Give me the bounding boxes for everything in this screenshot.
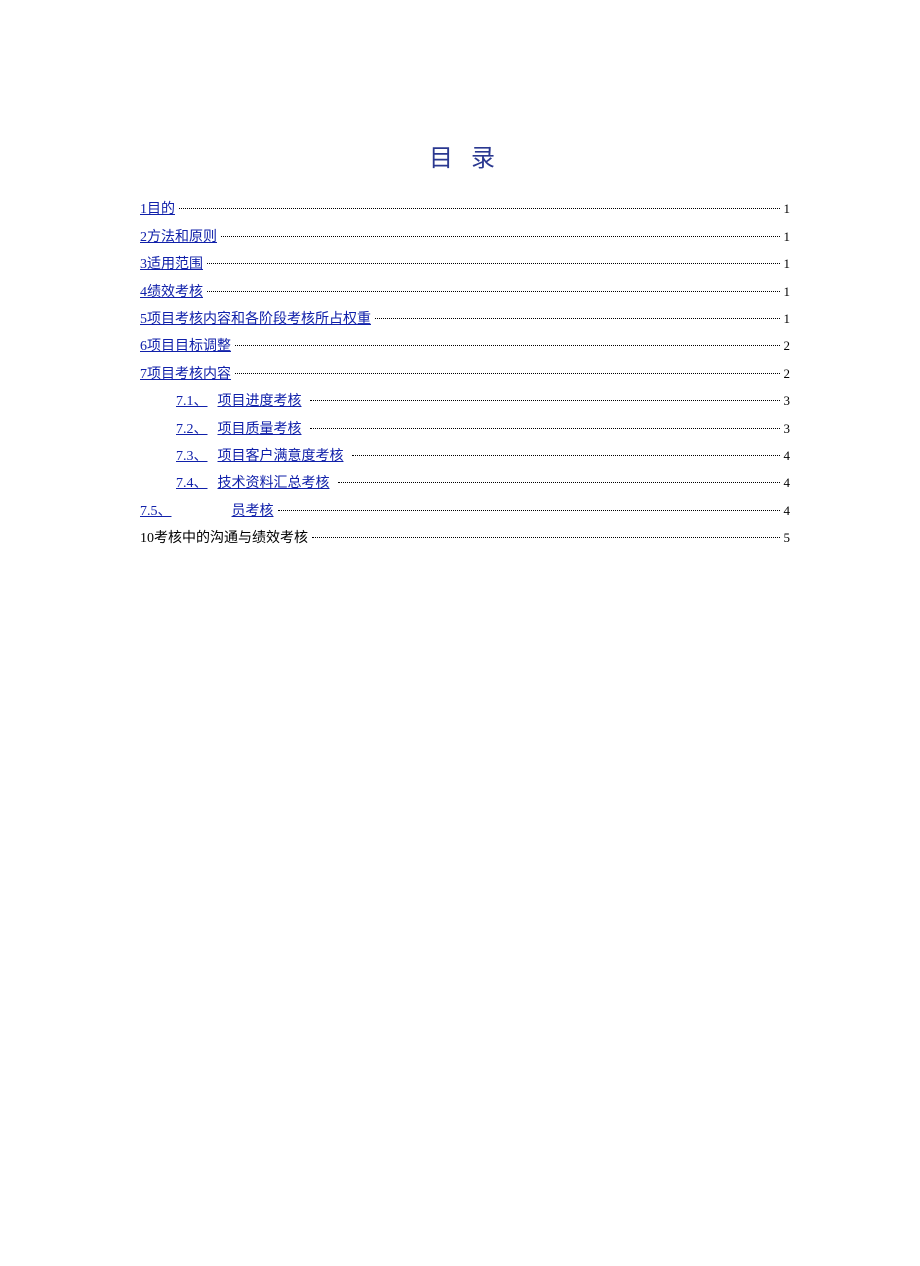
toc-subnum[interactable]: 7.4、: [176, 476, 208, 491]
toc-page-number: 5: [784, 528, 791, 549]
toc-leader-dots: [179, 194, 780, 209]
toc-subnum[interactable]: 7.3、: [176, 449, 208, 464]
toc-title: 目 录: [140, 140, 790, 178]
toc-leader-dots: [338, 468, 780, 483]
toc-page-number: 2: [784, 336, 791, 357]
toc-text: 10考核中的沟通与绩效考核: [140, 531, 308, 546]
toc-entry: 7.3、项目客户满意度考核 4: [176, 445, 790, 468]
toc-subnum[interactable]: 7.2、: [176, 422, 208, 437]
toc-link[interactable]: 技术资料汇总考核: [218, 476, 330, 491]
document-page: 目 录 1目的12方法和原则13适用范围14绩效考核15项目考核内容和各阶段考核…: [0, 0, 920, 550]
toc-link[interactable]: 2方法和原则: [140, 230, 217, 245]
toc-entry: 7.4、技术资料汇总考核 4: [176, 472, 790, 495]
toc-link[interactable]: 5项目考核内容和各阶段考核所占权重: [140, 312, 371, 327]
toc-page-number: 1: [784, 227, 791, 248]
toc-leader-dots: [235, 331, 780, 346]
toc-entry: 7.5、 员考核 4: [140, 500, 790, 523]
toc-entry: 4绩效考核 1: [140, 281, 790, 304]
toc-page-number: 2: [784, 364, 791, 385]
toc-page-number: 4: [784, 473, 791, 494]
toc-entry: 5项目考核内容和各阶段考核所占权重 1: [140, 308, 790, 331]
toc-leader-dots: [207, 249, 780, 264]
toc-page-number: 3: [784, 391, 791, 412]
toc-leader-dots: [375, 304, 780, 319]
toc-page-number: 1: [784, 282, 791, 303]
toc-page-number: 4: [784, 501, 791, 522]
toc-link[interactable]: 4绩效考核: [140, 285, 203, 300]
table-of-contents: 1目的12方法和原则13适用范围14绩效考核15项目考核内容和各阶段考核所占权重…: [140, 198, 790, 550]
toc-leader-dots: [221, 222, 780, 237]
toc-entry: 2方法和原则 1: [140, 226, 790, 249]
toc-entry: 7.1、项目进度考核 3: [176, 390, 790, 413]
toc-page-number: 3: [784, 419, 791, 440]
toc-subnum[interactable]: 7.1、: [176, 394, 208, 409]
toc-entry: 6项目目标调整 2: [140, 335, 790, 358]
toc-link[interactable]: 1目的: [140, 202, 175, 217]
toc-entry: 10考核中的沟通与绩效考核 5: [140, 527, 790, 550]
toc-leader-dots: [207, 277, 780, 292]
toc-leader-dots: [235, 359, 780, 374]
toc-page-number: 4: [784, 446, 791, 467]
toc-leader-dots: [312, 523, 780, 538]
toc-link[interactable]: 项目客户满意度考核: [218, 449, 344, 464]
toc-page-number: 1: [784, 254, 791, 275]
toc-link[interactable]: 项目质量考核: [218, 422, 302, 437]
toc-entry: 7.2、项目质量考核 3: [176, 418, 790, 441]
toc-link[interactable]: 3适用范围: [140, 257, 203, 272]
toc-page-number: 1: [784, 199, 791, 220]
toc-link[interactable]: 员考核: [232, 504, 274, 519]
toc-leader-dots: [310, 386, 780, 401]
toc-entry: 3适用范围 1: [140, 253, 790, 276]
toc-link[interactable]: 项目进度考核: [218, 394, 302, 409]
toc-link[interactable]: 6项目目标调整: [140, 339, 231, 354]
toc-link[interactable]: 7项目考核内容: [140, 367, 231, 382]
toc-page-number: 1: [784, 309, 791, 330]
toc-leader-dots: [278, 496, 780, 511]
toc-leader-dots: [352, 441, 780, 456]
toc-leader-dots: [310, 414, 780, 429]
toc-entry: 1目的 1: [140, 198, 790, 221]
toc-entry: 7项目考核内容 2: [140, 363, 790, 386]
toc-subnum[interactable]: 7.5、: [140, 504, 172, 519]
